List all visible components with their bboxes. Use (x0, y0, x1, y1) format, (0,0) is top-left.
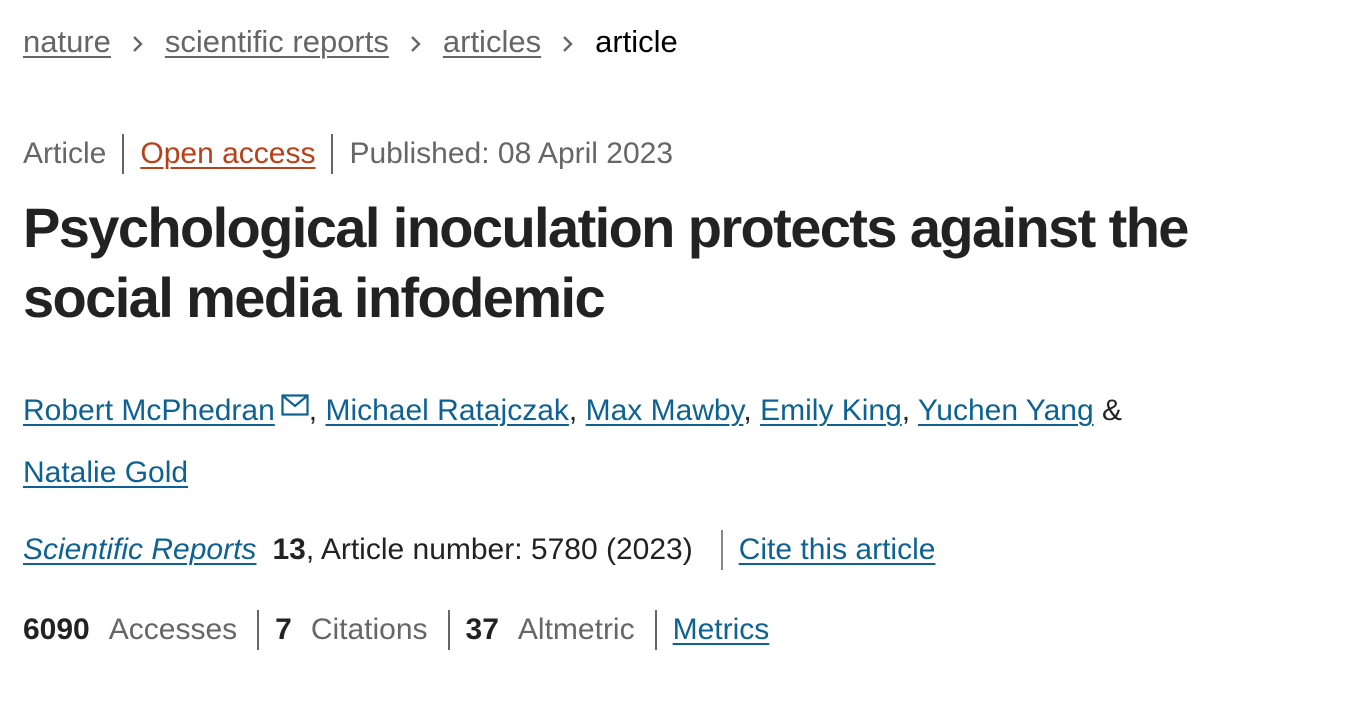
altmetric-label: Altmetric (517, 613, 635, 646)
author-separator: , (901, 394, 918, 427)
journal-link[interactable]: Scientific Reports (23, 530, 256, 570)
author-separator: , (743, 394, 761, 427)
journal-info: Scientific Reports 13 , Article number: … (23, 530, 935, 570)
accesses-count: 6090 (23, 613, 90, 646)
article-type: Article (23, 137, 107, 170)
author-separator: , (308, 394, 326, 427)
divider (331, 134, 334, 174)
article-meta: Article Open access Published: 08 April … (23, 134, 673, 174)
author-link[interactable]: Yuchen Yang (918, 394, 1094, 427)
author-joiner: & (1093, 394, 1123, 427)
mail-icon[interactable] (281, 376, 309, 438)
article-metrics: 6090 Accesses 7 Citations 37 Altmetric M… (23, 610, 769, 650)
journal-volume: 13 (272, 533, 306, 566)
breadcrumb-link-scientific-reports[interactable]: scientific reports (165, 22, 389, 62)
author-link[interactable]: Natalie Gold (23, 456, 188, 489)
breadcrumb: nature scientific reports articles artic… (23, 22, 678, 62)
breadcrumb-current: article (595, 24, 678, 59)
citations-count: 7 (275, 613, 292, 646)
author-link[interactable]: Michael Ratajczak (325, 394, 568, 427)
breadcrumb-link-articles[interactable]: articles (443, 22, 541, 62)
chevron-right-icon (389, 22, 443, 62)
citations-label: Citations (310, 613, 428, 646)
altmetric-count: 37 (465, 613, 499, 646)
page-title: Psychological inoculation protects again… (23, 196, 1189, 329)
author-separator: , (568, 394, 586, 427)
author-list: Robert McPhedran, Michael Ratajczak, Max… (23, 376, 1263, 504)
divider (122, 134, 125, 174)
article-number: , Article number: 5780 (2023) (305, 533, 693, 566)
chevron-right-icon (111, 22, 165, 62)
author-link[interactable]: Emily King (760, 394, 902, 427)
divider (447, 610, 450, 650)
open-access-link[interactable]: Open access (140, 134, 315, 174)
metrics-link[interactable]: Metrics (673, 610, 770, 650)
divider (257, 610, 260, 650)
divider (720, 530, 723, 570)
divider (654, 610, 657, 650)
accesses-label: Accesses (108, 613, 238, 646)
author-link[interactable]: Max Mawby (586, 394, 744, 427)
author-link[interactable]: Robert McPhedran (23, 394, 275, 427)
chevron-right-icon (541, 22, 595, 62)
breadcrumb-link-nature[interactable]: nature (23, 22, 111, 62)
cite-article-link[interactable]: Cite this article (739, 530, 936, 570)
published-date: Published: 08 April 2023 (349, 137, 674, 170)
